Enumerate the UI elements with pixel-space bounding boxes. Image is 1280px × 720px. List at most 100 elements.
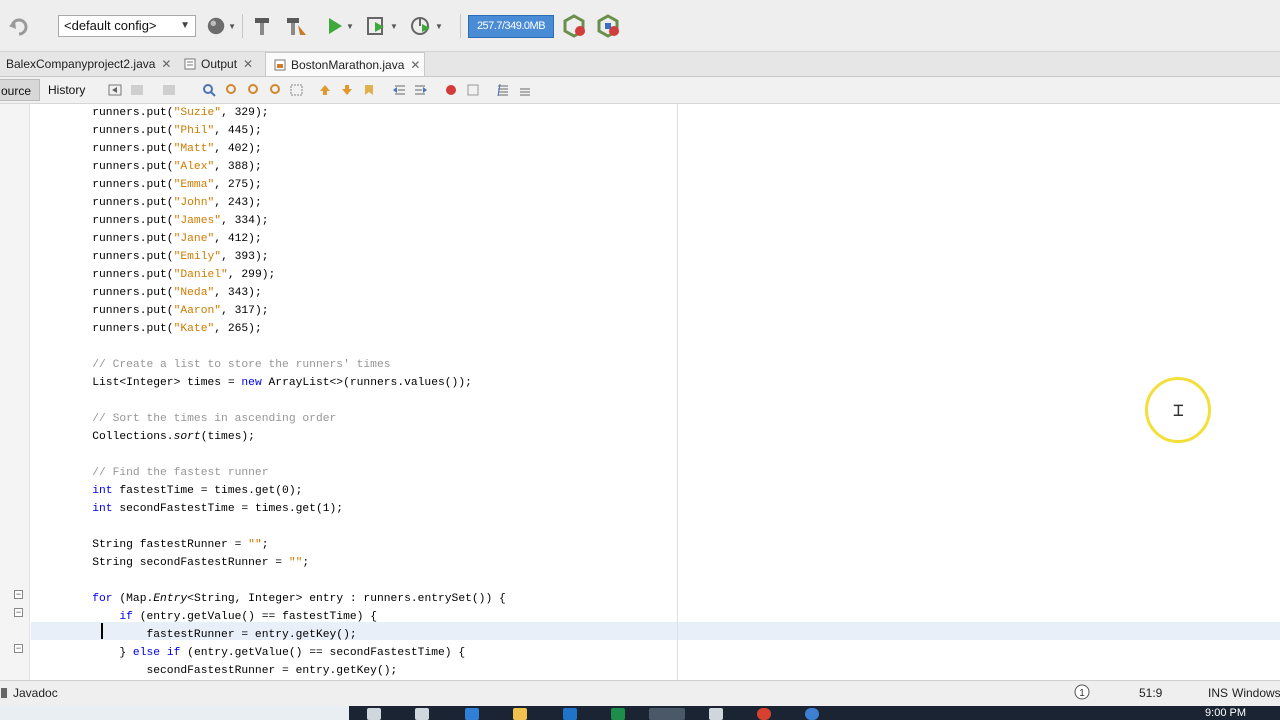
last-edit-icon[interactable] bbox=[108, 83, 122, 97]
tab-source[interactable]: ource bbox=[0, 79, 40, 101]
profiler-icon[interactable] bbox=[594, 12, 622, 40]
config-select[interactable]: <default config> ▼ bbox=[58, 15, 196, 37]
start-macro-icon[interactable] bbox=[444, 83, 458, 97]
find-next-icon[interactable] bbox=[246, 83, 260, 97]
ibeam-cursor-icon: ⌶ bbox=[1173, 400, 1184, 421]
code-editor[interactable]: − − − runners.put("Suzie", 329); runners… bbox=[0, 104, 1280, 680]
chrome-icon[interactable] bbox=[757, 708, 771, 720]
tab-balexcompanyproject2[interactable]: BalexCompanyproject2.java ✕ bbox=[0, 52, 176, 76]
gc-icon[interactable] bbox=[560, 12, 588, 40]
code-line[interactable]: for (Map.Entry<String, Integer> entry : … bbox=[38, 590, 506, 608]
code-line[interactable] bbox=[38, 572, 506, 590]
code-line[interactable] bbox=[38, 446, 506, 464]
code-line[interactable]: runners.put("James", 334); bbox=[38, 212, 506, 230]
panel-toggle-icon[interactable] bbox=[0, 686, 10, 703]
tab-bostonmarathon[interactable]: BostonMarathon.java ✕ bbox=[265, 52, 425, 76]
stop-macro-icon[interactable] bbox=[466, 83, 480, 97]
code-line[interactable]: } else if (entry.getValue() == secondFas… bbox=[38, 644, 506, 662]
config-value: <default config> bbox=[64, 18, 157, 33]
code-line[interactable]: runners.put("Emily", 393); bbox=[38, 248, 506, 266]
fold-toggle-icon[interactable]: − bbox=[14, 590, 23, 599]
build-icon[interactable] bbox=[250, 12, 274, 40]
code-line[interactable] bbox=[38, 518, 506, 536]
rect-select-icon[interactable] bbox=[290, 83, 304, 97]
find-icon[interactable] bbox=[202, 83, 216, 97]
taskbar-dark-area: 9:00 PM bbox=[349, 706, 1280, 720]
code-line[interactable]: String secondFastestRunner = ""; bbox=[38, 554, 506, 572]
code-line[interactable]: runners.put("Phil", 445); bbox=[38, 122, 506, 140]
close-icon[interactable]: ✕ bbox=[410, 58, 420, 72]
comment-icon[interactable] bbox=[496, 83, 510, 97]
editor-tabs: BalexCompanyproject2.java ✕ Output ✕ Bos… bbox=[0, 52, 1280, 77]
chevron-down-icon: ▼ bbox=[180, 20, 190, 31]
tab-output[interactable]: Output ✕ bbox=[176, 52, 264, 76]
code-line[interactable]: int secondFastestTime = times.get(1); bbox=[38, 500, 506, 518]
memory-indicator[interactable]: 257.7/349.0MB bbox=[468, 15, 554, 38]
status-bar: Javadoc 1 51:9 INS Windows bbox=[0, 680, 1280, 706]
code-line[interactable]: runners.put("Kate", 265); bbox=[38, 320, 506, 338]
code-line[interactable] bbox=[38, 392, 506, 410]
java-file-icon bbox=[274, 59, 286, 71]
right-margin-guide bbox=[677, 104, 678, 680]
code-line[interactable]: runners.put("Aaron", 317); bbox=[38, 302, 506, 320]
shift-left-icon[interactable] bbox=[392, 83, 406, 97]
tab-label: Output bbox=[201, 57, 238, 71]
prev-bookmark-icon[interactable] bbox=[318, 83, 332, 97]
code-line[interactable]: // Sort the times in ascending order bbox=[38, 410, 506, 428]
notifications-icon[interactable]: 1 bbox=[1074, 684, 1090, 703]
fold-toggle-icon[interactable]: − bbox=[14, 644, 23, 653]
forward-nav-icon[interactable] bbox=[162, 83, 176, 97]
clean-build-icon[interactable] bbox=[282, 12, 310, 40]
code-line[interactable]: String fastestRunner = ""; bbox=[38, 536, 506, 554]
code-line[interactable]: runners.put("Suzie", 329); bbox=[38, 104, 506, 122]
tab-history[interactable]: History bbox=[40, 79, 93, 101]
search-icon[interactable] bbox=[367, 708, 381, 720]
javadoc-panel-label[interactable]: Javadoc bbox=[13, 686, 58, 700]
code-line[interactable]: runners.put("Alex", 388); bbox=[38, 158, 506, 176]
globe-icon[interactable]: ▼ bbox=[206, 12, 236, 40]
code-line[interactable]: // Create a list to store the runners' t… bbox=[38, 356, 506, 374]
app-icon[interactable] bbox=[709, 708, 723, 720]
code-line[interactable]: secondFastestRunner = entry.getKey(); bbox=[38, 662, 506, 680]
code-line[interactable]: Collections.sort(times); bbox=[38, 428, 506, 446]
cursor-position: 51:9 bbox=[1139, 686, 1163, 700]
code-content[interactable]: runners.put("Suzie", 329); runners.put("… bbox=[38, 104, 506, 680]
code-line[interactable]: runners.put("Neda", 343); bbox=[38, 284, 506, 302]
insert-mode: INS bbox=[1208, 686, 1229, 700]
close-icon[interactable]: ✕ bbox=[243, 57, 253, 71]
next-bookmark-icon[interactable] bbox=[340, 83, 354, 97]
code-line[interactable]: runners.put("Emma", 275); bbox=[38, 176, 506, 194]
run-icon[interactable]: ▼ bbox=[322, 12, 358, 40]
profile-icon[interactable]: ▼ bbox=[406, 12, 446, 40]
outlook-icon[interactable] bbox=[563, 708, 577, 720]
uncomment-icon[interactable] bbox=[518, 83, 532, 97]
toggle-highlight-icon[interactable] bbox=[268, 83, 282, 97]
fold-toggle-icon[interactable]: − bbox=[14, 608, 23, 617]
code-line[interactable]: runners.put("John", 243); bbox=[38, 194, 506, 212]
netbeans-taskbar-icon[interactable] bbox=[649, 708, 685, 720]
close-icon[interactable]: ✕ bbox=[161, 57, 171, 71]
file-explorer-icon[interactable] bbox=[513, 708, 527, 720]
code-line[interactable]: runners.put("Matt", 402); bbox=[38, 140, 506, 158]
debug-icon[interactable]: ▼ bbox=[364, 12, 400, 40]
tab-label: BostonMarathon.java bbox=[291, 57, 405, 72]
code-line[interactable]: runners.put("Jane", 412); bbox=[38, 230, 506, 248]
code-line[interactable]: if (entry.getValue() == fastestTime) { bbox=[38, 608, 506, 626]
back-icon[interactable] bbox=[6, 12, 32, 40]
code-line[interactable]: List<Integer> times = new ArrayList<>(ru… bbox=[38, 374, 506, 392]
find-previous-icon[interactable] bbox=[224, 83, 238, 97]
code-line[interactable]: fastestRunner = entry.getKey(); bbox=[38, 626, 506, 644]
task-view-icon[interactable] bbox=[415, 708, 429, 720]
edge-icon[interactable] bbox=[465, 708, 479, 720]
svg-text:1: 1 bbox=[1079, 688, 1085, 699]
excel-icon[interactable] bbox=[611, 708, 625, 720]
taskbar-clock[interactable]: 9:00 PM bbox=[1205, 706, 1246, 720]
code-line[interactable]: int fastestTime = times.get(0); bbox=[38, 482, 506, 500]
code-line[interactable]: // Find the fastest runner bbox=[38, 464, 506, 482]
shift-right-icon[interactable] bbox=[414, 83, 428, 97]
app-icon[interactable] bbox=[805, 708, 819, 720]
toggle-bookmark-icon[interactable] bbox=[362, 83, 376, 97]
code-line[interactable] bbox=[38, 338, 506, 356]
code-line[interactable]: runners.put("Daniel", 299); bbox=[38, 266, 506, 284]
back-nav-icon[interactable] bbox=[130, 83, 144, 97]
